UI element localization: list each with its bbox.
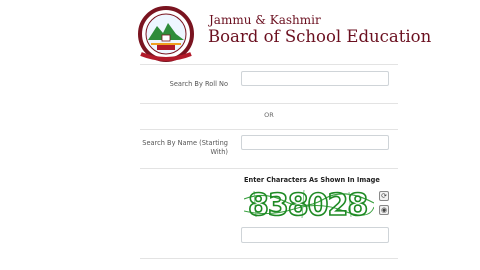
divider bbox=[140, 258, 398, 259]
captcha-label: Enter Characters As Shown In Image bbox=[244, 176, 380, 184]
divider bbox=[140, 168, 398, 169]
name-input[interactable] bbox=[241, 135, 389, 150]
refresh-icon[interactable]: ⟳ bbox=[379, 191, 389, 201]
audio-icon[interactable]: ◉ bbox=[379, 205, 389, 215]
roll-no-label: Search By Roll No bbox=[169, 80, 228, 88]
captcha-input[interactable] bbox=[241, 227, 389, 243]
divider bbox=[140, 103, 398, 104]
divider bbox=[140, 129, 398, 130]
header-title: Board of School Education bbox=[208, 27, 432, 46]
captcha-text: 838028 bbox=[248, 188, 367, 220]
divider bbox=[140, 64, 398, 65]
header-subtitle: Jammu & Kashmir bbox=[209, 13, 321, 27]
name-label: Search By Name (Starting With) bbox=[142, 139, 228, 156]
board-logo bbox=[133, 6, 199, 62]
or-separator: OR bbox=[264, 111, 274, 119]
captcha-image: 838028 bbox=[243, 187, 375, 224]
roll-no-input[interactable] bbox=[241, 71, 389, 86]
